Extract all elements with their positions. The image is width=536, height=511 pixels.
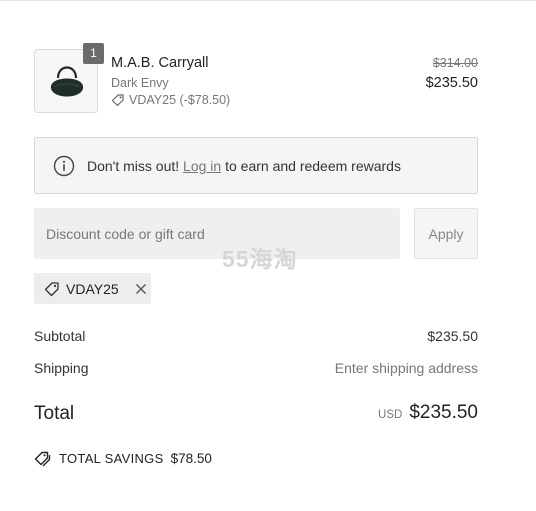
top-divider: [0, 0, 536, 4]
order-line-item: 1 M.A.B. Carryall Dark Envy VDAY25 (-$78…: [34, 43, 478, 114]
savings-amount: $78.50: [170, 451, 212, 466]
tag-icon: [111, 94, 124, 107]
original-price: $314.00: [432, 56, 478, 70]
apply-button[interactable]: Apply: [414, 208, 478, 259]
tag-icon: [44, 281, 59, 296]
applied-code-label: VDAY25: [66, 280, 119, 297]
total-amount: $235.50: [409, 402, 478, 423]
savings-label: TOTAL SAVINGS: [59, 451, 164, 466]
rewards-message: Don't miss out! Log in to earn and redee…: [87, 158, 401, 174]
product-name: M.A.B. Carryall: [111, 55, 209, 71]
close-icon[interactable]: [135, 283, 147, 295]
watermark: 55海淘: [222, 246, 298, 272]
quantity-badge: 1: [83, 43, 104, 64]
shipping-label: Shipping: [34, 360, 89, 376]
rewards-suffix: to earn and redeem rewards: [225, 157, 401, 174]
double-tag-icon: [34, 451, 51, 467]
product-price: $235.50: [425, 75, 478, 91]
total-value-group: USD $235.50: [378, 402, 478, 424]
product-discount-text: VDAY25 (-$78.50): [129, 93, 231, 107]
total-label: Total: [34, 403, 75, 424]
total-savings: TOTAL SAVINGS $78.50: [34, 450, 212, 467]
currency-code: USD: [378, 409, 403, 421]
rewards-banner: Don't miss out! Log in to earn and redee…: [34, 137, 478, 194]
discount-code-input[interactable]: [34, 208, 400, 259]
applied-discount-tag: VDAY25: [34, 273, 151, 304]
login-link[interactable]: Log in: [183, 158, 221, 174]
info-icon: [53, 155, 75, 176]
shipping-value: Enter shipping address: [334, 360, 478, 376]
product-discount: VDAY25 (-$78.50): [111, 93, 230, 107]
subtotal-label: Subtotal: [34, 328, 86, 344]
subtotal-value: $235.50: [427, 328, 478, 344]
rewards-prefix: Don't miss out!: [87, 157, 180, 174]
product-variant: Dark Envy: [111, 76, 169, 90]
